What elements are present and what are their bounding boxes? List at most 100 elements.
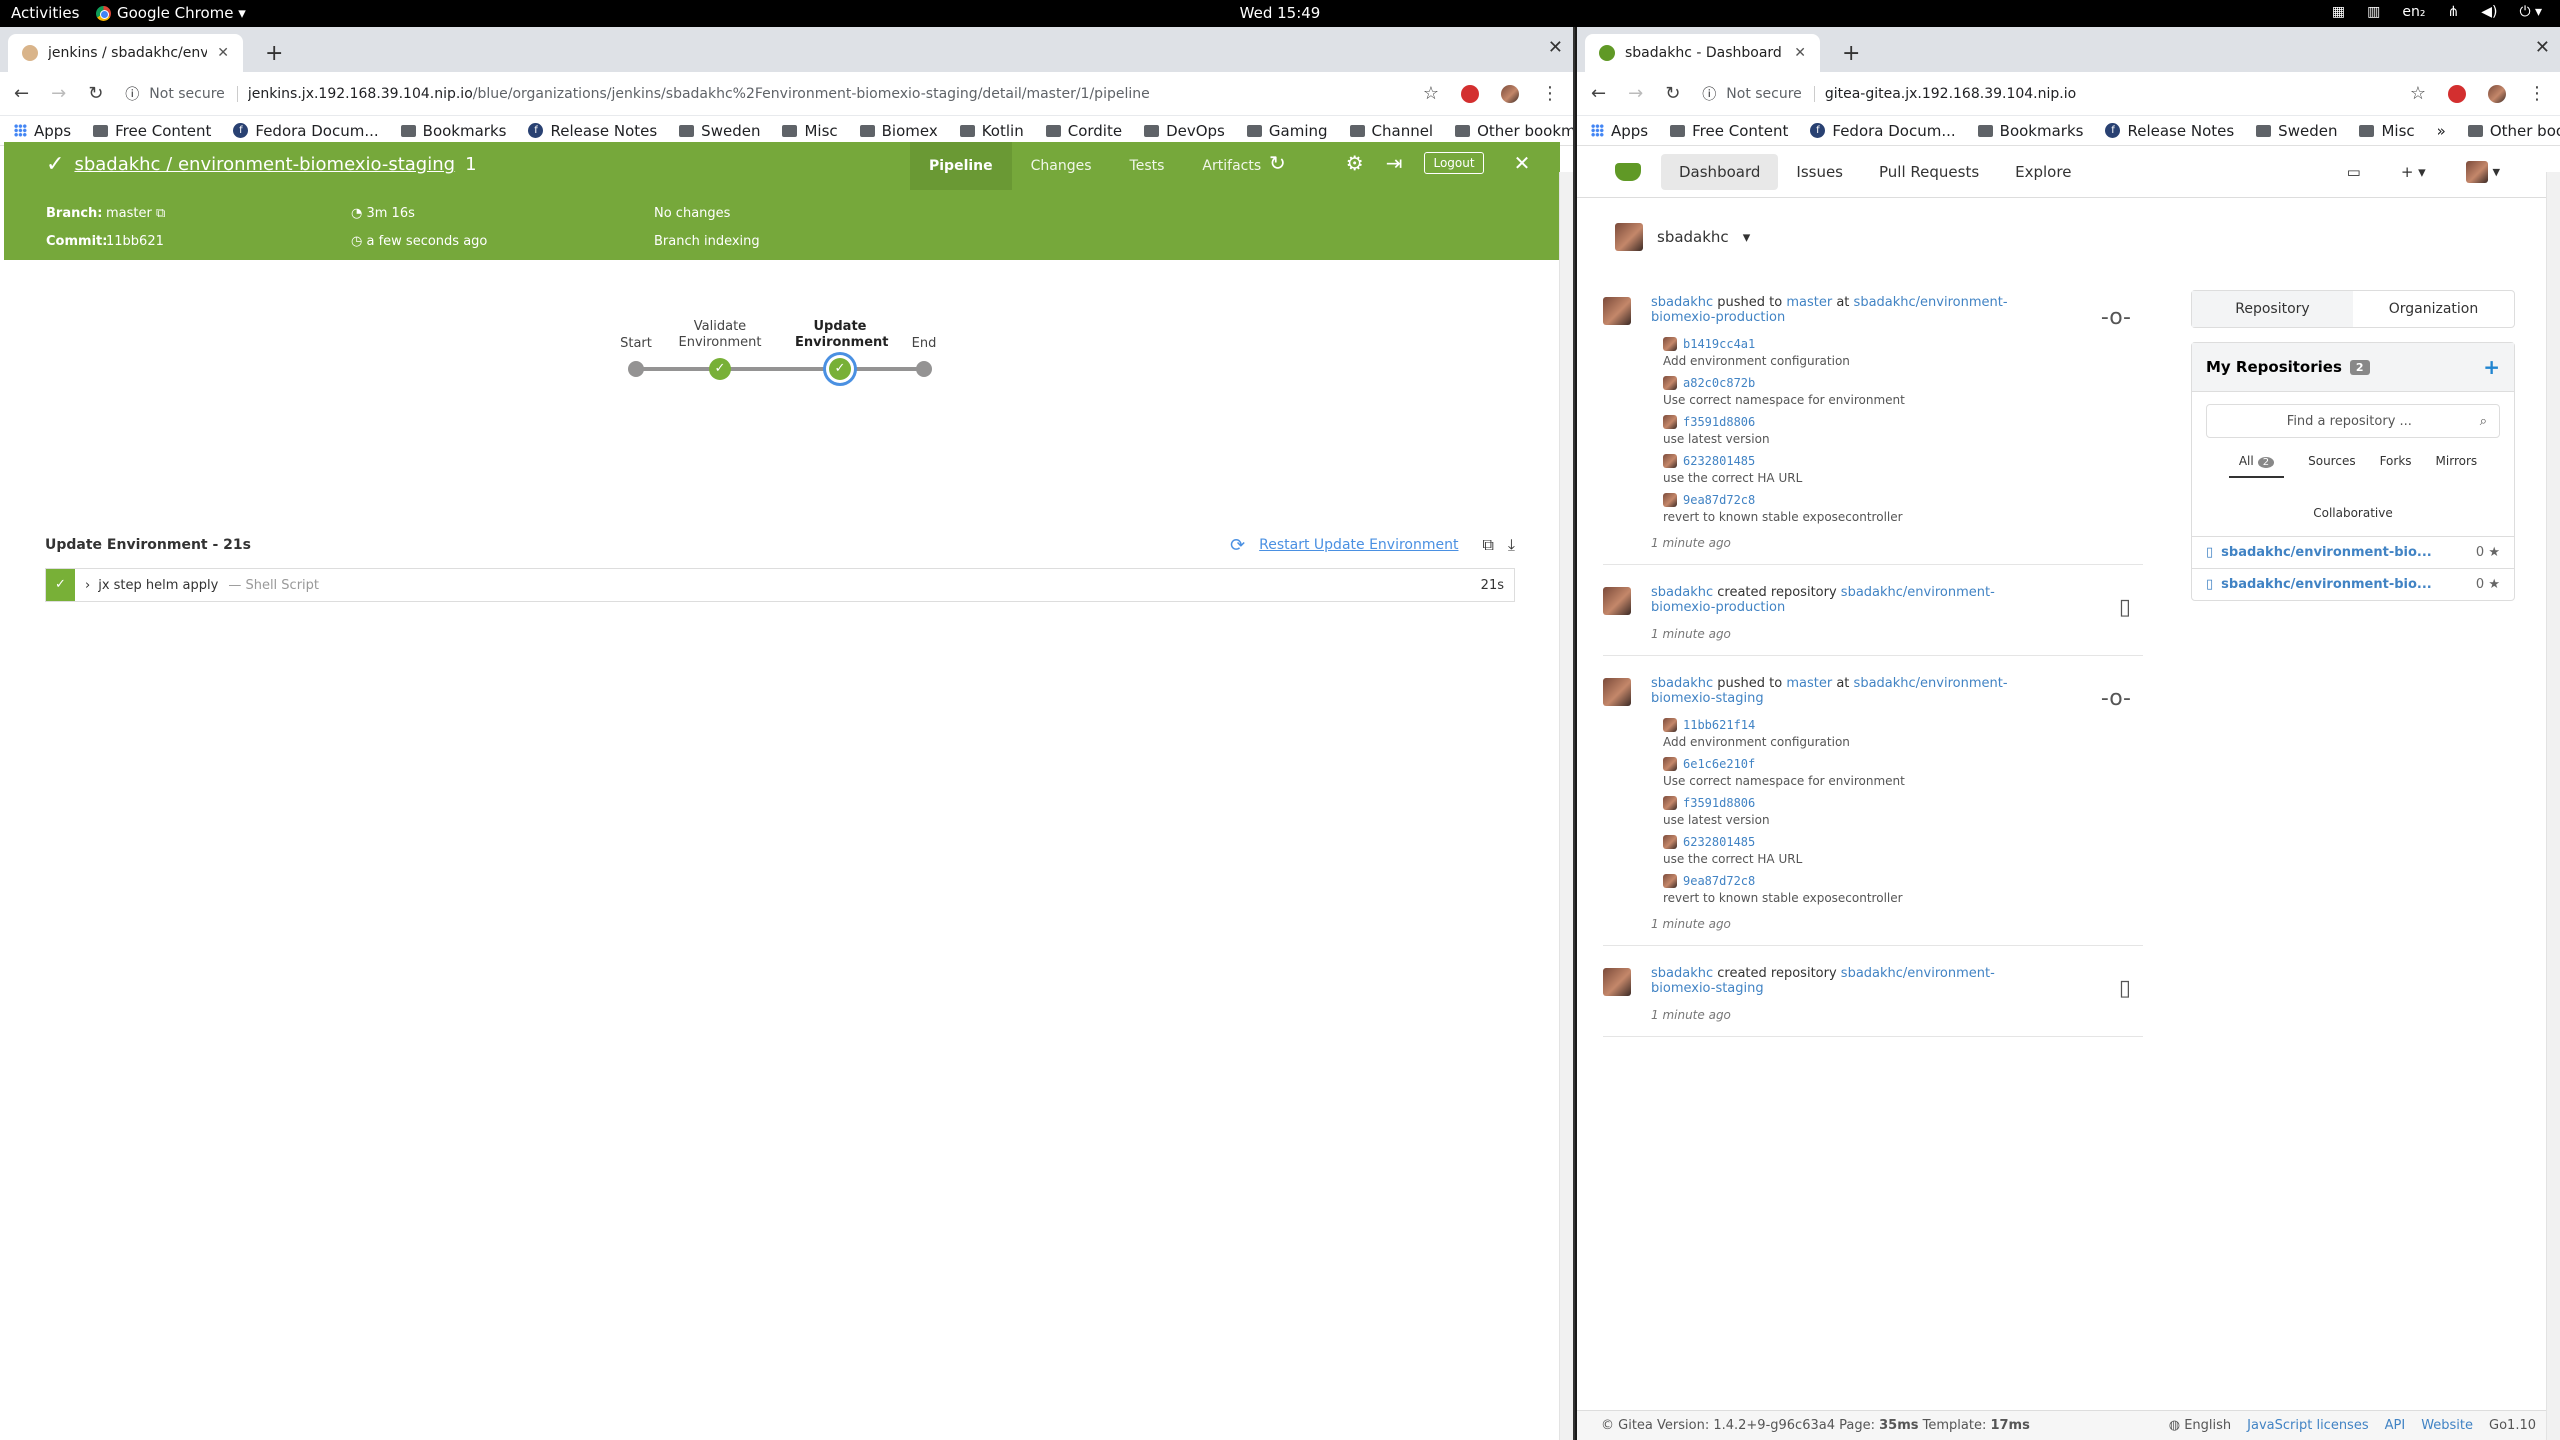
keyboard-language[interactable]: en₂ — [2402, 4, 2425, 20]
open-log-icon[interactable]: ⧉ — [1482, 535, 1493, 555]
commit-sha-link[interactable]: 6e1c6e210f — [1683, 757, 1755, 771]
back-icon[interactable]: ← — [1591, 83, 1606, 104]
user-menu[interactable]: ▾ — [2465, 160, 2500, 183]
repo-list-item[interactable]: ▯ sbadakhc/environment-bio... 0 ★ — [2192, 536, 2514, 568]
tab-jenkins[interactable]: jenkins / sbadakhc/enviro ✕ — [8, 34, 243, 72]
repo-list-item[interactable]: ▯ sbadakhc/environment-bio... 0 ★ — [2192, 568, 2514, 600]
commit-sha-link[interactable]: a82c0c872b — [1683, 376, 1755, 390]
commit-sha-link[interactable]: 6232801485 — [1683, 454, 1755, 468]
bookmark-free-content[interactable]: Free Content — [1670, 122, 1788, 140]
stage-node-validate[interactable]: ✓ — [709, 358, 731, 380]
chrome-menu-icon[interactable]: ⋮ — [1541, 83, 1559, 104]
stage-node-update[interactable]: ✓ — [829, 358, 851, 380]
other-bookmarks[interactable]: Other bookmarks — [2467, 122, 2560, 140]
commit-sha-link[interactable]: f3591d8806 — [1683, 796, 1755, 810]
add-repository-icon[interactable]: + — [2483, 355, 2500, 379]
bookmark-bookmarks[interactable]: Bookmarks — [1977, 122, 2083, 140]
download-icon[interactable]: ⤓ — [1508, 535, 1515, 555]
filter-sources[interactable]: Sources — [2308, 450, 2355, 478]
bookmark-bookmarks[interactable]: Bookmarks — [400, 122, 506, 140]
tab-gitea[interactable]: sbadakhc - Dashboard - G ✕ — [1585, 34, 1820, 72]
bookmark-biomex[interactable]: Biomex — [859, 122, 938, 140]
avatar[interactable] — [1603, 587, 1631, 615]
window-close-icon[interactable]: ✕ — [1548, 37, 1563, 58]
forward-icon[interactable]: → — [51, 83, 66, 104]
restart-stage-link[interactable]: Restart Update Environment — [1259, 537, 1458, 553]
url-field[interactable]: ⓘ Not secure jenkins.jx.192.168.39.104.n… — [125, 84, 1401, 104]
bookmark-apps[interactable]: Apps — [14, 122, 71, 140]
system-tray[interactable]: ▦ ▥ en₂ ⋔ ◀) ⏻ ▾ — [2332, 4, 2542, 20]
bookmark-sweden[interactable]: Sweden — [679, 122, 760, 140]
bookmark-gaming[interactable]: Gaming — [1246, 122, 1328, 140]
commit-sha-link[interactable]: f3591d8806 — [1683, 415, 1755, 429]
restart-icon[interactable]: ⟳ — [1230, 535, 1245, 556]
more-bookmarks-chevron[interactable]: » — [2437, 122, 2446, 140]
feed-user-link[interactable]: sbadakhc — [1651, 295, 1713, 310]
branch-value[interactable]: master — [106, 206, 152, 221]
profile-avatar[interactable] — [1501, 84, 1519, 103]
filter-collaborative[interactable]: Collaborative — [2313, 502, 2393, 528]
bookmark-cordite[interactable]: Cordite — [1045, 122, 1122, 140]
close-icon[interactable]: ✕ — [1514, 151, 1531, 175]
filter-all[interactable]: All 2 — [2228, 450, 2285, 478]
bookmark-star-icon[interactable]: ☆ — [1423, 83, 1439, 104]
api-link[interactable]: API — [2385, 1418, 2406, 1433]
nav-explore[interactable]: Explore — [1997, 154, 2089, 190]
create-new-dropdown[interactable]: + ▾ — [2401, 163, 2426, 181]
settings-gear-icon[interactable]: ⚙ — [1346, 151, 1364, 175]
chrome-menu-icon[interactable]: ⋮ — [2528, 83, 2546, 104]
adblock-extension-icon[interactable] — [1461, 84, 1479, 103]
avatar[interactable] — [1603, 968, 1631, 996]
close-tab-icon[interactable]: ✕ — [217, 45, 229, 61]
bookmark-fedora-docs[interactable]: f Fedora Docum... — [1810, 122, 1956, 140]
profile-avatar[interactable] — [2488, 84, 2506, 103]
filter-forks[interactable]: Forks — [2380, 450, 2412, 478]
scrollbar[interactable] — [2546, 172, 2560, 1440]
feed-user-link[interactable]: sbadakhc — [1651, 676, 1713, 691]
tab-tests[interactable]: Tests — [1111, 142, 1184, 190]
url-field[interactable]: ⓘ Not secure gitea-gitea.jx.192.168.39.1… — [1702, 84, 2388, 104]
website-link[interactable]: Website — [2421, 1418, 2473, 1433]
adblock-extension-icon[interactable] — [2448, 84, 2466, 103]
bookmark-misc[interactable]: Misc — [782, 122, 838, 140]
bookmark-devops[interactable]: DevOps — [1144, 122, 1225, 140]
bookmark-kotlin[interactable]: Kotlin — [959, 122, 1024, 140]
gitea-logo-icon[interactable] — [1615, 162, 1641, 181]
feed-branch-link[interactable]: master — [1786, 676, 1832, 691]
forward-icon[interactable]: → — [1628, 83, 1643, 104]
bookmark-release-notes[interactable]: f Release Notes — [2105, 122, 2234, 140]
tab-artifacts[interactable]: Artifacts — [1183, 142, 1280, 190]
commit-sha-link[interactable]: 6232801485 — [1683, 835, 1755, 849]
reload-icon[interactable]: ↻ — [88, 83, 103, 104]
filter-mirrors[interactable]: Mirrors — [2436, 450, 2478, 478]
bookmark-apps[interactable]: Apps — [1591, 122, 1648, 140]
bookmark-sweden[interactable]: Sweden — [2256, 122, 2337, 140]
scrollbar[interactable] — [1559, 172, 1573, 1440]
avatar[interactable] — [1603, 297, 1631, 325]
search-icon[interactable]: ⌕ — [2480, 414, 2487, 429]
commit-sha-link[interactable]: 9ea87d72c8 — [1683, 493, 1755, 507]
bookmark-channel[interactable]: Channel — [1349, 122, 1433, 140]
bookmark-star-icon[interactable]: ☆ — [2410, 83, 2426, 104]
expand-chevron-icon[interactable]: › — [85, 578, 90, 593]
new-tab-button[interactable]: + — [265, 41, 283, 66]
external-link-icon[interactable]: ⧉ — [156, 206, 165, 221]
feed-user-link[interactable]: sbadakhc — [1651, 585, 1713, 600]
rerun-icon[interactable]: ↻ — [1269, 151, 1286, 175]
logout-button[interactable]: Logout — [1424, 152, 1484, 174]
tab-pipeline[interactable]: Pipeline — [910, 142, 1012, 190]
tab-changes[interactable]: Changes — [1012, 142, 1111, 190]
commit-sha-link[interactable]: 9ea87d72c8 — [1683, 874, 1755, 888]
back-icon[interactable]: ← — [14, 83, 29, 104]
nav-pull-requests[interactable]: Pull Requests — [1861, 154, 1997, 190]
bookmark-release-notes[interactable]: f Release Notes — [528, 122, 657, 140]
avatar[interactable] — [1603, 678, 1631, 706]
commit-sha-link[interactable]: b1419cc4a1 — [1683, 337, 1755, 351]
commit-sha-link[interactable]: 11bb621f14 — [1683, 718, 1755, 732]
clock[interactable]: Wed 15:49 — [0, 4, 2560, 22]
reload-icon[interactable]: ↻ — [1665, 83, 1680, 104]
classic-ui-icon[interactable]: ⇥ — [1386, 151, 1403, 175]
repo-search-input[interactable]: Find a repository ... ⌕ — [2206, 404, 2500, 438]
js-licenses-link[interactable]: JavaScript licenses — [2247, 1418, 2368, 1433]
new-tab-button[interactable]: + — [1842, 41, 1860, 66]
